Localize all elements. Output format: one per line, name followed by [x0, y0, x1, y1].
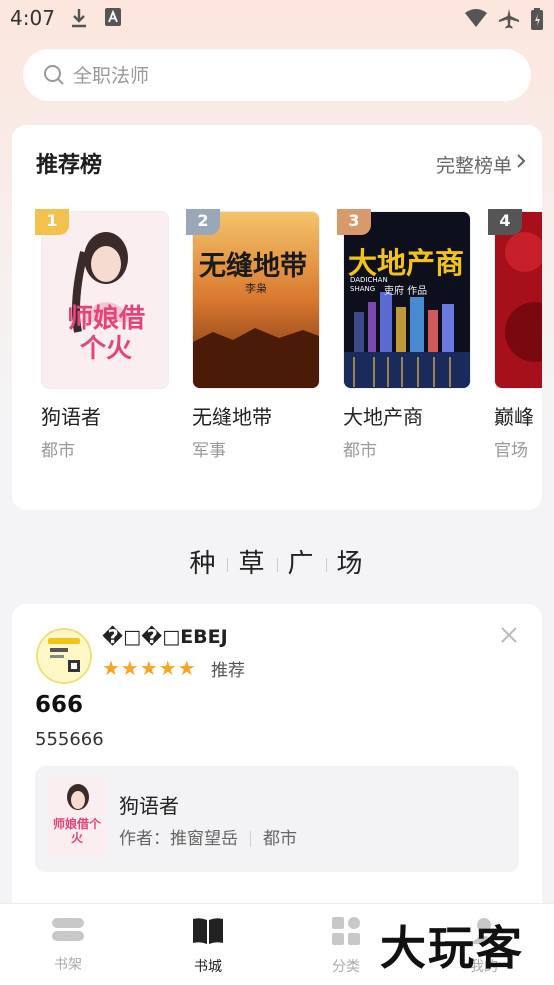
status-time: 4:07	[10, 6, 55, 30]
wifi-icon	[465, 9, 487, 27]
plaza-char: 场	[336, 549, 365, 579]
rank-badge: 2	[186, 209, 220, 235]
post-card[interactable]: �□�□EBEJ ★★★★★ 推荐 666 555666 师娘借个火 狗语者 作…	[12, 604, 542, 924]
ranking-book-4[interactable]: 4 巅峰 官场	[488, 209, 542, 461]
status-bar: 4:07	[0, 0, 554, 36]
post-body: 555666	[35, 729, 104, 750]
post-title: 666	[35, 692, 84, 718]
plaza-heading: 种草广场	[0, 543, 554, 580]
book-title: 无缝地带	[192, 405, 272, 429]
book-title: 狗语者	[119, 794, 179, 818]
plaza-char: 草	[238, 549, 267, 579]
grid-icon	[332, 917, 360, 945]
search-input[interactable]	[71, 57, 495, 95]
airplane-icon	[499, 9, 519, 29]
recommend-label: 推荐	[211, 661, 245, 681]
rank-badge: 3	[337, 209, 371, 235]
ranking-book-3[interactable]: 大地产商 DADICHAN SHANG 吏府 作品 3 大地产商 都市	[337, 209, 471, 461]
cover-title: 师娘借个火	[66, 304, 145, 364]
book-category: 都市	[263, 829, 297, 849]
divider	[325, 558, 327, 572]
tab-bookstore[interactable]: 书城	[168, 916, 248, 976]
ranking-book-1[interactable]: 师娘借个火 1 狗语者 都市	[35, 209, 169, 461]
book-cover[interactable]: 大地产商 DADICHAN SHANG 吏府 作品	[343, 211, 471, 389]
thumbnail-title: 师娘借个火	[52, 817, 101, 845]
book-meta: 作者：推窗望岳 都市	[119, 824, 297, 849]
book-cover[interactable]: 无缝地带 李枭	[192, 211, 320, 389]
book-title: 大地产商	[343, 405, 423, 429]
rank-badge: 1	[35, 209, 69, 235]
divider	[276, 558, 278, 572]
plaza-char: 种	[189, 549, 218, 579]
watermark-logo: 大玩客	[380, 921, 524, 975]
search-icon	[44, 65, 64, 85]
tab-label: 书城	[194, 959, 222, 975]
full-ranking-link[interactable]: 完整榜单	[436, 151, 512, 178]
download-icon	[72, 9, 86, 28]
book-cover[interactable]: 师娘借个火	[41, 211, 169, 389]
section-title: 推荐榜	[36, 153, 103, 178]
tab-label: 书架	[54, 957, 82, 973]
book-cover[interactable]	[494, 211, 542, 389]
plaza-char: 广	[287, 549, 316, 579]
book-category: 官场	[494, 441, 528, 461]
referenced-book[interactable]: 师娘借个火 狗语者 作者：推窗望岳 都市	[35, 766, 519, 872]
book-category: 都市	[343, 441, 377, 461]
close-icon[interactable]	[500, 626, 518, 644]
cover-author: 吏府 作品	[384, 286, 428, 297]
book-category: 军事	[192, 441, 226, 461]
rating-stars: ★★★★★	[102, 656, 197, 680]
book-author: 作者：推窗望岳	[119, 829, 238, 849]
search-bar[interactable]	[23, 49, 531, 101]
rank-badge: 4	[488, 209, 522, 235]
tab-label: 分类	[332, 959, 360, 975]
bookshelf-icon	[52, 918, 84, 941]
font-a-icon	[105, 8, 121, 26]
divider	[227, 558, 229, 572]
ranking-book-2[interactable]: 无缝地带 李枭 2 无缝地带 军事	[186, 209, 320, 461]
open-book-icon	[193, 918, 223, 944]
book-title: 巅峰	[494, 405, 534, 429]
username[interactable]: �□�□EBEJ	[102, 626, 228, 648]
book-thumbnail[interactable]: 师娘借个火	[48, 777, 106, 857]
book-category: 都市	[41, 441, 75, 461]
chevron-right-icon[interactable]	[516, 153, 526, 169]
book-title: 狗语者	[41, 405, 101, 429]
battery-icon	[531, 8, 543, 30]
avatar[interactable]	[36, 628, 92, 684]
divider	[250, 831, 251, 847]
cover-title: 无缝地带	[199, 251, 307, 282]
tab-bookshelf[interactable]: 书架	[28, 916, 108, 974]
tab-category[interactable]: 分类	[306, 916, 386, 976]
cover-author: 李枭	[245, 282, 267, 295]
recommend-ranking-card: 推荐榜 完整榜单 师娘借个火 1 狗语者 都市 无缝地带 李枭 2 无缝地带 军…	[12, 125, 542, 510]
